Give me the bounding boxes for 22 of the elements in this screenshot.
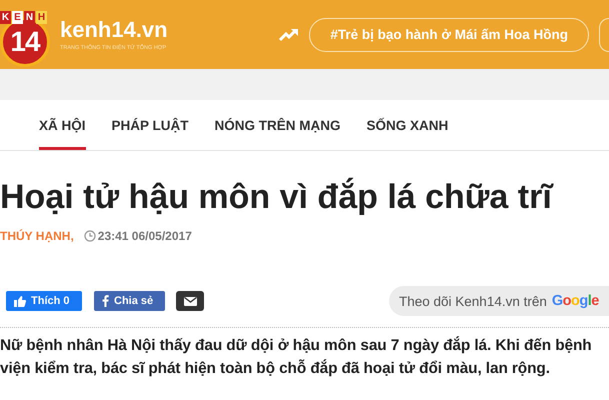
article-title: Hoại tử hậu môn vì đắp lá chữa trĩ — [0, 176, 555, 218]
share-button[interactable]: Chia sẻ — [94, 291, 165, 311]
nav-tab[interactable]: SỐNG XANH — [366, 100, 448, 150]
email-button[interactable] — [176, 291, 204, 311]
envelope-icon — [184, 296, 196, 306]
trending-icon — [279, 28, 300, 42]
nav-tab[interactable]: PHÁP LUẬT — [112, 100, 189, 150]
clock-icon — [84, 230, 96, 242]
lead-text-line: viện kiểm tra, bác sĩ phát hiện toàn bộ chỗ đắp đã hoại tử đổi màu, lan rộng. — [0, 358, 551, 379]
nav-tab[interactable]: XÃ HỘI — [39, 100, 86, 150]
thumbs-up-icon — [14, 296, 26, 306]
logo-letter: N — [24, 10, 35, 24]
logo-letter: E — [12, 10, 23, 24]
lead-text-line: Nữ bệnh nhân Hà Nội thấy đau dữ dội ở hậu môn sau 7 ngày đắp lá. Khi đến bệnh — [0, 335, 593, 356]
follow-google-button[interactable]: Theo dõi Kenh14.vn trên Google — [389, 286, 609, 316]
google-logo: Google — [552, 293, 599, 309]
publish-time: 23:41 06/05/2017 — [98, 229, 192, 243]
like-button[interactable]: Thích 0 — [6, 291, 82, 311]
logo-letter: K — [0, 10, 11, 24]
nav-tab[interactable]: NÓNG TRÊN MẠNG — [214, 100, 341, 150]
facebook-icon — [102, 295, 109, 307]
logo-letter: H — [36, 10, 47, 24]
